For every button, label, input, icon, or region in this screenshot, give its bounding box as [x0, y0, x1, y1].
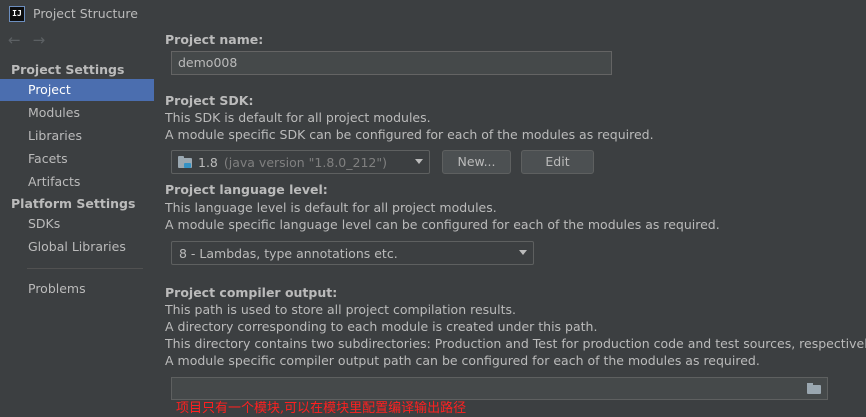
sidebar-item-global-libraries[interactable]: Global Libraries [0, 236, 154, 258]
compiler-output-description-3: This directory contains two subdirectori… [165, 336, 866, 351]
sdk-dropdown[interactable]: 1.8 (java version "1.8.0_212") [171, 150, 430, 174]
forward-arrow-icon[interactable]: → [33, 32, 46, 48]
sdk-description-2: A module specific SDK can be configured … [165, 127, 654, 142]
language-level-description-2: A module specific language level can be … [165, 217, 720, 232]
language-level-value: 8 - Lambdas, type annotations etc. [179, 245, 398, 261]
edit-sdk-button[interactable]: Edit [521, 150, 594, 174]
sidebar-item-libraries[interactable]: Libraries [0, 125, 154, 147]
language-level-dropdown[interactable]: 8 - Lambdas, type annotations etc. [171, 241, 534, 265]
compiler-output-description-4: A module specific compiler output path c… [165, 353, 760, 368]
language-level-heading: Project language level: [165, 182, 328, 197]
compiler-output-description-2: A directory corresponding to each module… [165, 319, 598, 334]
browse-folder-icon[interactable] [807, 383, 821, 394]
title-bar: IJ Project Structure [0, 0, 866, 27]
nav-arrows: ← → [8, 32, 45, 48]
project-name-heading: Project name: [165, 32, 264, 47]
sidebar-item-problems[interactable]: Problems [0, 278, 154, 300]
project-structure-window: IJ Project Structure ← → Project Setting… [0, 0, 866, 417]
sidebar-divider [27, 268, 143, 269]
project-settings-title: Project Settings [11, 62, 125, 77]
red-annotation-text: 项目只有一个模块,可以在模块里配置编译输出路径 [176, 401, 467, 416]
sidebar-item-facets[interactable]: Facets [0, 148, 154, 170]
chevron-down-icon [519, 250, 527, 255]
sdk-description-1: This SDK is default for all project modu… [165, 110, 431, 125]
back-arrow-icon[interactable]: ← [8, 32, 21, 48]
project-settings-panel: Project name: demo008 Project SDK: This … [155, 27, 866, 417]
settings-sidebar: ← → Project Settings Project Modules Lib… [0, 27, 155, 417]
new-sdk-button[interactable]: New... [442, 150, 511, 174]
platform-settings-title: Platform Settings [11, 196, 136, 211]
sidebar-item-modules[interactable]: Modules [0, 102, 154, 124]
compiler-output-heading: Project compiler output: [165, 285, 338, 300]
sidebar-item-artifacts[interactable]: Artifacts [0, 171, 154, 193]
window-title: Project Structure [33, 6, 138, 21]
intellij-app-icon: IJ [9, 5, 25, 22]
compiler-output-description-1: This path is used to store all project c… [165, 302, 516, 317]
sdk-folder-icon [178, 155, 192, 168]
project-name-input[interactable]: demo008 [171, 51, 612, 75]
sidebar-item-project[interactable]: Project [0, 79, 154, 101]
project-sdk-heading: Project SDK: [165, 93, 254, 108]
chevron-down-icon [415, 159, 423, 164]
sidebar-item-sdks[interactable]: SDKs [0, 213, 154, 235]
language-level-description-1: This language level is default for all p… [165, 200, 497, 215]
sdk-version-hint: (java version "1.8.0_212") [223, 154, 387, 170]
sdk-version: 1.8 [198, 154, 218, 170]
